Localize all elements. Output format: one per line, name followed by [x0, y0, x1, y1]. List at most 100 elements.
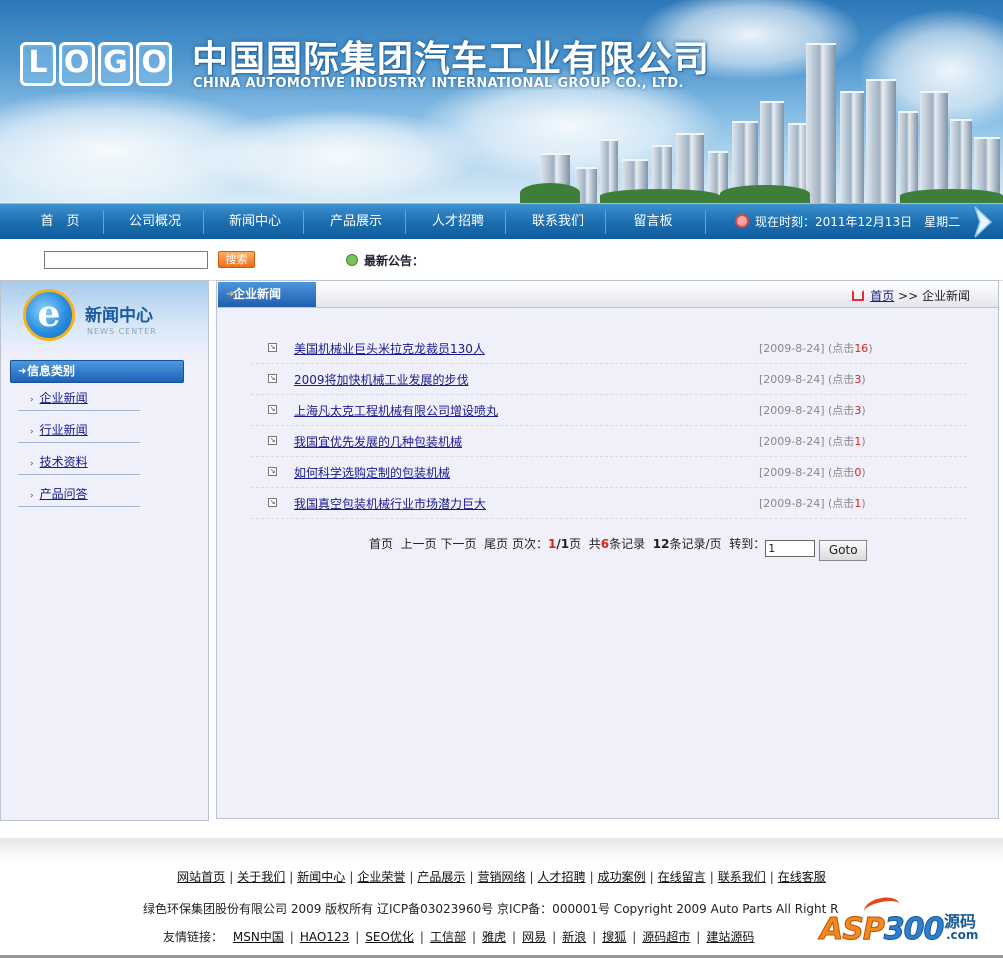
- main-nav: 首 页 公司概况 新闻中心 产品展示 人才招聘 联系我们 留言板 现在时刻：20…: [0, 203, 1003, 239]
- footer-nav: 网站首页 | 关于我们 | 新闻中心 | 企业荣誉 | 产品展示 | 营销网络 | 人才招聘 | 成功案例 |…: [177, 870, 826, 884]
- total-pages: /1: [556, 537, 570, 551]
- footer-link[interactable]: 企业荣誉: [357, 870, 405, 884]
- news-meta: [2009-8-24] (点击3): [759, 402, 866, 418]
- nav-item-products[interactable]: 产品展示: [306, 204, 406, 240]
- breadcrumb-home-link[interactable]: 首页: [870, 289, 894, 303]
- footer-link[interactable]: 产品展示: [417, 870, 465, 884]
- sidebar-item-company-news: › 企业新闻: [18, 389, 140, 411]
- current-time: 现在时刻：2011年12月13日 星期二: [735, 204, 960, 240]
- friend-link[interactable]: 网易: [522, 930, 546, 944]
- hits-label: (点击: [828, 466, 855, 479]
- news-date: [2009-8-24]: [759, 342, 825, 355]
- nav-item-jobs[interactable]: 人才招聘: [408, 204, 508, 240]
- goto-page-input[interactable]: 1: [765, 540, 816, 557]
- home-icon: [852, 290, 865, 301]
- bullet-icon: ›: [30, 395, 34, 405]
- nav-item-news[interactable]: 新闻中心: [206, 204, 304, 240]
- friend-link[interactable]: 搜狐: [602, 930, 626, 944]
- hits-label: (点击: [828, 404, 855, 417]
- hits-label: (点击: [828, 342, 855, 355]
- news-title-link[interactable]: 美国机械业巨头米拉克龙裁员130人: [294, 340, 485, 357]
- footer-link[interactable]: 人才招聘: [538, 870, 586, 884]
- friend-link[interactable]: 工信部: [430, 930, 466, 944]
- nav-item-home[interactable]: 首 页: [20, 204, 100, 240]
- nav-item-guestbook[interactable]: 留言板: [608, 204, 698, 240]
- nav-item-contact[interactable]: 联系我们: [508, 204, 608, 240]
- news-title-link[interactable]: 我国宜优先发展的几种包装机械: [294, 433, 462, 450]
- footer-link[interactable]: 新闻中心: [297, 870, 345, 884]
- arrow-right-icon: ➜: [226, 289, 235, 300]
- search-button[interactable]: 搜索: [218, 251, 255, 268]
- pager-last[interactable]: 尾页: [484, 537, 508, 551]
- company-name-en: CHINA AUTOMOTIVE INDUSTRY INTERNATIONAL …: [193, 76, 684, 91]
- nav-item-about[interactable]: 公司概况: [106, 204, 204, 240]
- breadcrumb-separator: >>: [898, 289, 919, 303]
- arrow-box-icon: ↘: [268, 405, 277, 414]
- news-date: [2009-8-24]: [759, 466, 825, 479]
- watermark-brand: ASP300: [820, 912, 945, 948]
- arrow-box-icon: ↘: [268, 498, 277, 507]
- news-date: [2009-8-24]: [759, 497, 825, 510]
- friend-link[interactable]: MSN中国: [233, 930, 284, 944]
- bullet-icon: ›: [30, 427, 34, 437]
- breadcrumb-current: 企业新闻: [921, 289, 970, 303]
- news-title-link[interactable]: 如何科学选购定制的包装机械: [294, 464, 450, 481]
- bullet-icon: ›: [30, 491, 34, 501]
- news-title-link[interactable]: 2009将加快机械工业发展的步伐: [294, 371, 469, 388]
- sidebar-link[interactable]: 企业新闻: [40, 391, 88, 405]
- footer-link[interactable]: 成功案例: [598, 870, 646, 884]
- category-header-label: 信息类别: [27, 364, 76, 378]
- latest-notice: 最新公告：: [346, 252, 424, 269]
- footer-link[interactable]: 在线留言: [658, 870, 706, 884]
- current-time-text: 现在时刻：2011年12月13日 星期二: [755, 215, 961, 229]
- news-date: [2009-8-24]: [759, 373, 825, 386]
- hits-end: ): [861, 466, 866, 479]
- search-input[interactable]: [44, 251, 208, 269]
- company-name-cn: 中国国际集团汽车工业有限公司: [192, 39, 711, 80]
- news-row: ↘ 如何科学选购定制的包装机械 [2009-8-24] (点击0): [251, 457, 967, 488]
- footer-link[interactable]: 关于我们: [237, 870, 285, 884]
- tab-label: 企业新闻: [233, 287, 282, 301]
- hits-end: ): [861, 497, 866, 510]
- hits-count: 16: [854, 342, 869, 355]
- main-content: ➜ 企业新闻 首页 >> 企业新闻 ↘ 美国机械业巨头米拉克龙裁员130人 [20…: [216, 280, 999, 819]
- news-title-link[interactable]: 上海凡太克工程机械有限公司增设喷丸: [294, 402, 498, 419]
- goto-button[interactable]: Goto: [819, 540, 868, 561]
- sidebar-item-tech-docs: › 技术资料: [18, 453, 140, 475]
- news-title-link[interactable]: 我国真空包装机械行业市场潜力巨大: [294, 495, 486, 512]
- pager-next[interactable]: 下一页: [441, 537, 477, 551]
- friend-link[interactable]: SEO优化: [365, 930, 414, 944]
- news-meta: [2009-8-24] (点击0): [759, 464, 866, 480]
- total-prefix: 共: [588, 537, 601, 551]
- friend-link[interactable]: 源码超市: [642, 930, 690, 944]
- news-meta: [2009-8-24] (点击1): [759, 433, 866, 449]
- content-header: ➜ 企业新闻 首页 >> 企业新闻: [217, 281, 998, 308]
- search-bar: 搜索 最新公告：: [0, 239, 1003, 281]
- news-row: ↘ 我国宜优先发展的几种包装机械 [2009-8-24] (点击1): [251, 426, 967, 457]
- footer-divider: [0, 838, 1003, 864]
- pager-first[interactable]: 首页: [369, 537, 393, 551]
- footer-link[interactable]: 在线客服: [778, 870, 826, 884]
- site-logo[interactable]: L O G O: [20, 42, 172, 86]
- hits-end: ): [861, 404, 866, 417]
- page-unit: 页: [569, 537, 582, 551]
- footer-link[interactable]: 联系我们: [718, 870, 766, 884]
- friend-link[interactable]: 新浪: [562, 930, 586, 944]
- page-label: 页次：: [512, 537, 549, 551]
- hits-label: (点击: [828, 497, 855, 510]
- footer-link[interactable]: 网站首页: [177, 870, 225, 884]
- friend-link[interactable]: 雅虎: [482, 930, 506, 944]
- sidebar-link[interactable]: 产品问答: [40, 487, 88, 501]
- sidebar-subtitle: NEWS CENTER: [87, 327, 157, 336]
- sidebar-item-industry-news: › 行业新闻: [18, 421, 140, 443]
- breadcrumb: 首页 >> 企业新闻: [852, 287, 970, 304]
- sidebar-link[interactable]: 技术资料: [40, 455, 88, 469]
- friend-link[interactable]: HAO123: [300, 930, 349, 944]
- pager-prev[interactable]: 上一页: [401, 537, 437, 551]
- hits-end: ): [861, 435, 866, 448]
- sidebar-item-product-qa: › 产品问答: [18, 485, 140, 507]
- category-header: ➜ 信息类别: [10, 360, 184, 383]
- footer-link[interactable]: 营销网络: [477, 870, 525, 884]
- sidebar-link[interactable]: 行业新闻: [40, 423, 88, 437]
- friend-link[interactable]: 建站源码: [706, 930, 754, 944]
